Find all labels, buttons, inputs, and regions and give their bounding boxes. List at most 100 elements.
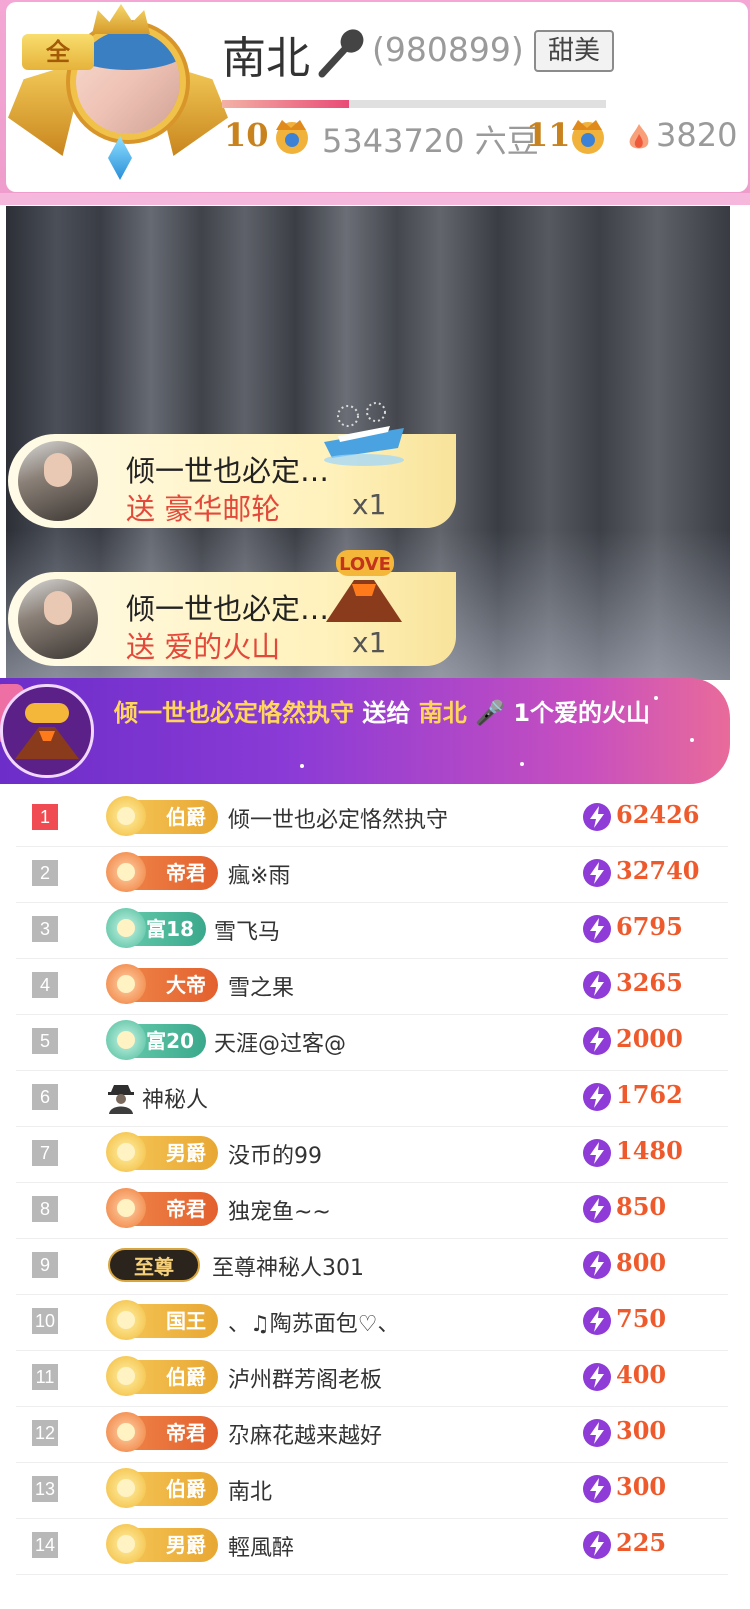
level-progress-fill xyxy=(222,100,349,108)
ranking-row[interactable]: 6 神秘人 1762 xyxy=(16,1070,728,1127)
ranking-row[interactable]: 5 富20 天涯@过客@ 2000 xyxy=(16,1014,728,1071)
gift-broadcast-bar[interactable]: 倾一世也必定恪然执守 送给 南北 🎤 1个爱的火山 xyxy=(0,678,730,784)
rank-number: 8 xyxy=(32,1196,58,1222)
rank-badge: 至尊 xyxy=(108,1248,200,1282)
rank-badge: 富20 xyxy=(106,1020,206,1060)
avatar-wing-icon xyxy=(8,60,86,156)
badge-label: 帝君 xyxy=(166,1421,206,1445)
ranking-row[interactable]: 13 伯爵 南北 300 xyxy=(16,1462,728,1519)
ranking-row[interactable]: 7 男爵 没币的99 1480 xyxy=(16,1126,728,1183)
contribution-score: 62426 xyxy=(616,800,700,829)
gift-count: x1 xyxy=(352,626,387,659)
host-id: (980899) xyxy=(372,30,524,69)
ranking-row[interactable]: 1 伯爵 倾一世也必定恪然执守 62426 xyxy=(16,790,728,847)
lightning-coin-icon xyxy=(583,1363,611,1391)
lightning-coin-icon xyxy=(583,1139,611,1167)
user-name[interactable]: 南北 xyxy=(228,1474,272,1506)
svg-text:LOVE: LOVE xyxy=(339,554,391,575)
badge-orb-icon xyxy=(106,1468,146,1508)
rank-number: 4 xyxy=(32,972,58,998)
broadcast-sender[interactable]: 倾一世也必定恪然执守 xyxy=(114,699,354,727)
ranking-row[interactable]: 3 富18 雪飞马 6795 xyxy=(16,902,728,959)
user-name[interactable]: 独宠鱼~~ xyxy=(228,1194,331,1226)
host-avatar[interactable]: 全 xyxy=(4,4,230,202)
rank-number: 10 xyxy=(32,1308,58,1334)
sender-avatar[interactable] xyxy=(18,579,98,659)
ranking-row[interactable]: 12 帝君 尕麻花越来越好 300 xyxy=(16,1406,728,1463)
all-tag: 全 xyxy=(22,34,94,70)
rank-badge: 伯爵 xyxy=(106,1356,218,1396)
user-name[interactable]: 天涯@过客@ xyxy=(214,1026,346,1058)
fortune-level: 11 xyxy=(526,116,571,154)
rank-badge: 男爵 xyxy=(106,1132,218,1172)
user-name[interactable]: 尕麻花越来越好 xyxy=(228,1418,382,1450)
ranking-row[interactable]: 4 大帝 雪之果 3265 xyxy=(16,958,728,1015)
rank-badge: 富18 xyxy=(106,908,206,948)
contribution-score: 1480 xyxy=(616,1136,683,1165)
rank-badge: 帝君 xyxy=(106,1412,218,1452)
lightning-coin-icon xyxy=(583,1251,611,1279)
user-name[interactable]: 至尊神秘人301 xyxy=(212,1250,364,1282)
rank-number: 13 xyxy=(32,1476,58,1502)
crown-icon xyxy=(276,120,308,154)
rank-badge: 大帝 xyxy=(106,964,218,1004)
user-name[interactable]: 、♫陶苏面包♡、 xyxy=(228,1306,399,1338)
badge-orb-icon xyxy=(106,1020,146,1060)
contribution-score: 750 xyxy=(616,1304,667,1333)
contribution-score: 225 xyxy=(616,1528,667,1557)
rank-number: 3 xyxy=(32,916,58,942)
badge-orb-icon xyxy=(106,1356,146,1396)
badge-orb-icon xyxy=(106,1300,146,1340)
fire-icon xyxy=(629,124,649,149)
user-name[interactable]: 瘋※雨 xyxy=(228,858,290,890)
user-name[interactable]: 神秘人 xyxy=(142,1082,208,1114)
lightning-coin-icon xyxy=(583,1195,611,1223)
ranking-row[interactable]: 10 国王 、♫陶苏面包♡、 750 xyxy=(16,1294,728,1351)
rank-badge: 伯爵 xyxy=(106,796,218,836)
rank-number: 12 xyxy=(32,1420,58,1446)
love-volcano-icon xyxy=(15,703,79,759)
sparkle-icon xyxy=(654,696,658,700)
badge-label: 伯爵 xyxy=(166,805,206,829)
lightning-coin-icon xyxy=(583,1027,611,1055)
sparkle-icon xyxy=(520,762,524,766)
rank-number: 2 xyxy=(32,860,58,886)
contribution-score: 800 xyxy=(616,1248,667,1277)
user-name[interactable]: 雪飞马 xyxy=(214,914,280,946)
contribution-score: 400 xyxy=(616,1360,667,1389)
sparkle-icon xyxy=(690,738,694,742)
level-progress-bar xyxy=(222,100,606,108)
user-name[interactable]: 泸州群芳阁老板 xyxy=(228,1362,382,1394)
user-name[interactable]: 輕風醉 xyxy=(228,1530,294,1562)
contribution-score: 3265 xyxy=(616,968,683,997)
rank-number: 7 xyxy=(32,1140,58,1166)
sender-avatar[interactable] xyxy=(18,441,98,521)
user-name[interactable]: 没币的99 xyxy=(228,1138,322,1170)
contribution-score: 6795 xyxy=(616,912,683,941)
ranking-row[interactable]: 2 帝君 瘋※雨 32740 xyxy=(16,846,728,903)
user-name[interactable]: 倾一世也必定恪然执守 xyxy=(228,802,448,834)
gift-count: x1 xyxy=(352,488,387,521)
contribution-score: 300 xyxy=(616,1472,667,1501)
ranking-row[interactable]: 11 伯爵 泸州群芳阁老板 400 xyxy=(16,1350,728,1407)
contribution-score: 850 xyxy=(616,1192,667,1221)
user-name[interactable]: 雪之果 xyxy=(228,970,294,1002)
lightning-coin-icon xyxy=(583,1307,611,1335)
rank-badge: 帝君 xyxy=(106,1188,218,1228)
style-tag[interactable]: 甜美 xyxy=(534,30,614,72)
broadcast-gift: 1个爱的火山 xyxy=(504,699,651,727)
rank-badge: 伯爵 xyxy=(106,1468,218,1508)
badge-label: 大帝 xyxy=(166,973,206,997)
rank-number: 6 xyxy=(32,1084,58,1110)
microphone-icon: 🎤 xyxy=(466,699,505,727)
badge-label: 帝君 xyxy=(166,1197,206,1221)
badge-orb-icon xyxy=(106,908,146,948)
ranking-row[interactable]: 9 至尊 至尊神秘人301 800 xyxy=(16,1238,728,1295)
ranking-row[interactable]: 8 帝君 独宠鱼~~ 850 xyxy=(16,1182,728,1239)
lightning-coin-icon xyxy=(583,1083,611,1111)
broadcast-receiver[interactable]: 南北 xyxy=(419,699,467,727)
rank-badge: 国王 xyxy=(106,1300,218,1340)
broadcast-message: 倾一世也必定恪然执守 送给 南北 🎤 1个爱的火山 xyxy=(114,694,674,732)
host-name: 南北 xyxy=(222,33,310,84)
ranking-row[interactable]: 14 男爵 輕風醉 225 xyxy=(16,1518,728,1575)
